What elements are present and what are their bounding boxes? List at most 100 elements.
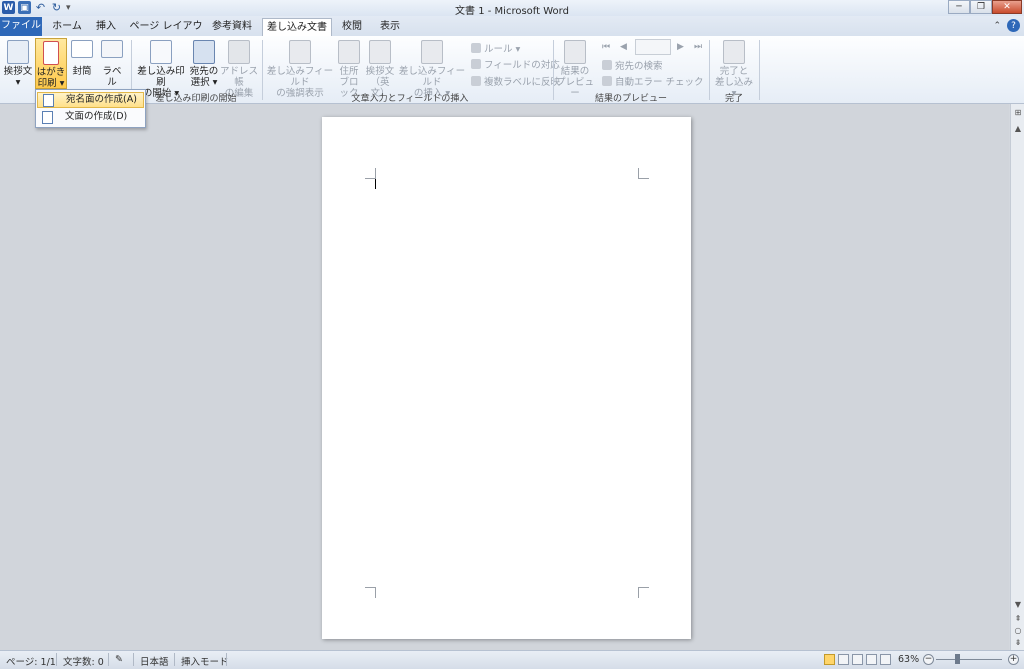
tab-references[interactable]: 参考資料 <box>208 18 256 36</box>
update-labels-icon <box>471 76 481 86</box>
start-merge-label: 差し込み印刷 <box>137 66 185 88</box>
vertical-scrollbar[interactable]: ⊞ ▲ ▼ ⇞ ○ ⇟ <box>1010 104 1024 650</box>
page-count[interactable]: ページ: 1/1 <box>6 654 56 668</box>
margin-mark-top-right <box>638 168 649 179</box>
recipients-icon <box>193 40 215 64</box>
find-recipient-button[interactable]: 宛先の検索 <box>602 58 663 72</box>
create-address-side-item[interactable]: 宛名面の作成(A) <box>37 92 144 108</box>
status-separator <box>108 653 109 666</box>
select-recipients-label-2: 選択 ▾ <box>190 77 218 88</box>
match-fields-button[interactable]: フィールドの対応 <box>471 57 560 71</box>
scroll-down-icon[interactable]: ▼ <box>1012 600 1024 612</box>
group-label-finish: 完了 <box>724 94 743 104</box>
letter-side-icon <box>42 110 53 124</box>
highlight-fields-icon <box>289 40 311 64</box>
group-label-start-merge: 差し込み印刷の開始 <box>155 94 237 104</box>
auto-check-label: 自動エラー チェック <box>615 77 704 88</box>
zoom-slider-handle[interactable] <box>955 654 960 664</box>
window-controls: ─ ❐ ✕ <box>948 0 1022 14</box>
next-page-icon[interactable]: ⇟ <box>1012 638 1024 650</box>
text-cursor <box>375 179 376 189</box>
tab-home[interactable]: ホーム <box>48 18 86 36</box>
select-recipients-label: 宛先の <box>189 66 219 77</box>
select-recipients-button[interactable]: 宛先の 選択 ▾ <box>189 40 219 88</box>
group-separator <box>553 40 554 100</box>
previous-record-icon[interactable]: ◀ <box>620 42 627 52</box>
browse-object-icon[interactable]: ○ <box>1012 626 1024 638</box>
tab-mailings[interactable]: 差し込み文書 <box>262 18 332 36</box>
zoom-in-icon[interactable]: + <box>1008 654 1019 665</box>
create-letter-side-item[interactable]: 文面の作成(D) <box>37 109 144 125</box>
hagaki-label: はがき <box>36 67 66 78</box>
scroll-up-icon[interactable]: ▲ <box>1012 124 1024 136</box>
greeting-icon <box>7 40 29 64</box>
record-number-input[interactable] <box>635 39 671 55</box>
group-separator <box>759 40 760 100</box>
address-side-icon <box>43 93 54 107</box>
create-letter-side-label: 文面の作成(D) <box>65 111 128 122</box>
zoom-level[interactable]: 63% <box>898 654 919 665</box>
group-label-write-insert: 文章入力とフィールドの挿入 <box>351 94 469 104</box>
find-recipient-icon <box>602 60 612 70</box>
collapse-ribbon-icon[interactable]: ⌃ <box>993 21 1001 31</box>
envelope-label: 封筒 <box>72 66 92 77</box>
help-area: ⌃ ? <box>993 19 1020 32</box>
status-separator <box>226 653 227 666</box>
window-title: 文書 1 - Microsoft Word <box>455 6 569 17</box>
label-button[interactable]: ラベル <box>99 40 125 88</box>
tab-file[interactable]: ファイル <box>0 17 42 36</box>
restore-button[interactable]: ❐ <box>970 0 992 14</box>
rules-label: ルール ▾ <box>484 44 521 55</box>
outline-view-icon[interactable] <box>866 654 877 665</box>
draft-view-icon[interactable] <box>880 654 891 665</box>
tab-review[interactable]: 校閲 <box>336 18 368 36</box>
last-record-icon[interactable]: ⏭ <box>694 42 702 52</box>
insert-mode-indicator[interactable]: 挿入モード <box>181 654 229 668</box>
next-record-icon[interactable]: ▶ <box>677 42 684 52</box>
ruler-toggle-icon[interactable]: ⊞ <box>1012 108 1024 120</box>
tab-page-layout[interactable]: ページ レイアウト <box>128 18 204 50</box>
title-bar: W ▣ ↶ ↻ ▾ 文書 1 - Microsoft Word ─ ❐ ✕ <box>0 0 1024 17</box>
print-layout-view-icon[interactable] <box>824 654 835 665</box>
greeting-line-label: 挨拶文 <box>365 66 395 77</box>
previous-page-icon[interactable]: ⇞ <box>1012 614 1024 626</box>
close-button[interactable]: ✕ <box>992 0 1022 14</box>
ribbon-tab-bar: ファイル ホーム 挿入 ページ レイアウト 参考資料 差し込み文書 校閲 表示 … <box>0 16 1024 50</box>
finish-merge-label: 完了と <box>719 66 749 77</box>
hagaki-print-button[interactable]: はがき 印刷 ▾ <box>35 38 67 89</box>
language-indicator[interactable]: 日本語 <box>140 654 169 668</box>
proofing-icon[interactable]: ✎ <box>115 654 123 665</box>
group-label-preview: 結果のプレビュー <box>594 94 667 104</box>
document-page[interactable] <box>322 117 691 639</box>
address-block-icon <box>338 40 360 64</box>
group-separator <box>709 40 710 100</box>
tab-view[interactable]: 表示 <box>374 18 406 36</box>
zoom-out-icon[interactable]: − <box>923 654 934 665</box>
hagaki-label-2: 印刷 ▾ <box>37 78 65 89</box>
first-record-icon[interactable]: ⏮ <box>602 42 610 52</box>
margin-mark-bottom-right <box>638 587 649 598</box>
full-screen-reading-view-icon[interactable] <box>838 654 849 665</box>
insert-field-icon <box>421 40 443 64</box>
envelope-button[interactable]: 封筒 <box>69 40 95 77</box>
minimize-button[interactable]: ─ <box>948 0 970 14</box>
auto-check-errors-button[interactable]: 自動エラー チェック <box>602 74 704 88</box>
word-count[interactable]: 文字数: 0 <box>63 654 104 668</box>
highlight-fields-label: 差し込みフィールド <box>266 66 334 88</box>
address-block-label: 住所 <box>339 66 359 77</box>
start-merge-icon <box>150 40 172 64</box>
greeting-line-icon <box>369 40 391 64</box>
status-separator <box>56 653 57 666</box>
greeting-button[interactable]: 挨拶文 ▾ <box>3 40 33 88</box>
rules-button[interactable]: ルール ▾ <box>471 41 520 55</box>
status-separator <box>174 653 175 666</box>
help-icon[interactable]: ? <box>1007 19 1020 32</box>
update-labels-button[interactable]: 複数ラベルに反映 <box>471 74 560 88</box>
web-layout-view-icon[interactable] <box>852 654 863 665</box>
create-address-side-label: 宛名面の作成(A) <box>66 94 137 105</box>
greeting-label: 挨拶文 <box>3 66 33 77</box>
auto-check-icon <box>602 76 612 86</box>
find-recipient-label: 宛先の検索 <box>615 61 663 72</box>
tab-insert[interactable]: 挿入 <box>90 18 122 36</box>
zoom-slider-track[interactable] <box>936 659 1002 660</box>
